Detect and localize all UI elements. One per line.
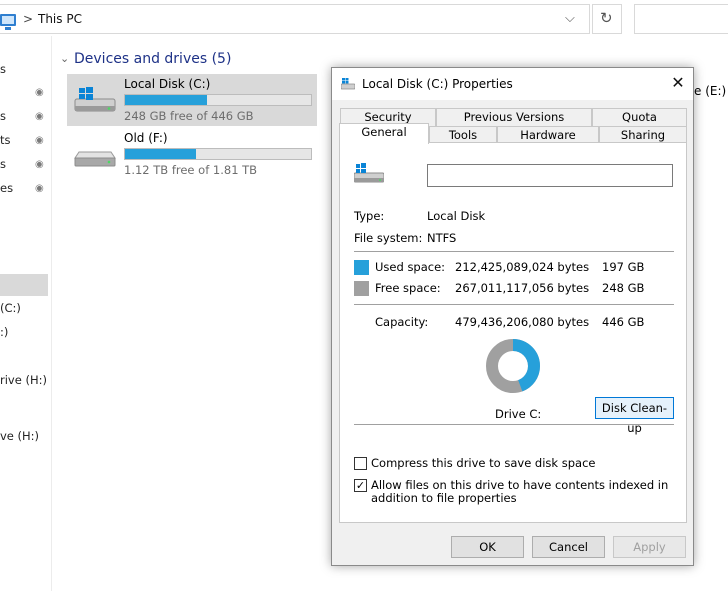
breadcrumb-this-pc[interactable]: This PC xyxy=(38,12,82,26)
nav-item-quick-access-5[interactable]: es xyxy=(0,181,13,195)
filesystem-value: NTFS xyxy=(427,231,457,245)
drive-icon xyxy=(74,151,116,167)
nav-item-drive-h[interactable]: rive (H:) xyxy=(0,373,47,387)
nav-item-quick-access-3[interactable]: ts xyxy=(0,133,11,147)
nav-item-drive-c[interactable]: (C:) xyxy=(0,301,21,315)
index-checkbox[interactable]: ✓ xyxy=(354,479,367,492)
nav-selected-highlight xyxy=(0,274,48,296)
used-space-label: Used space: xyxy=(375,260,446,274)
dialog-title: Local Disk (C:) Properties xyxy=(362,77,513,91)
properties-dialog: Local Disk (C:) Properties ✕ Security Pr… xyxy=(331,67,694,566)
drive-label: Drive C: xyxy=(495,407,542,421)
breadcrumb-separator[interactable]: > xyxy=(23,12,33,26)
tab-quota[interactable]: Quota xyxy=(592,108,687,126)
compress-checkbox[interactable] xyxy=(354,457,367,470)
pin-icon[interactable]: ◉ xyxy=(35,183,44,194)
windows-drive-icon xyxy=(354,163,384,183)
ok-button[interactable]: OK xyxy=(451,536,524,558)
disk-cleanup-button[interactable]: Disk Clean-up xyxy=(595,397,674,435)
address-bar[interactable]: > This PC ⌵ xyxy=(0,4,590,34)
pin-icon[interactable]: ◉ xyxy=(35,87,44,98)
capacity-bytes: 479,436,206,080 bytes xyxy=(455,315,590,329)
nav-item-drive-d[interactable]: :) xyxy=(0,325,8,339)
capacity-gb: 446 GB xyxy=(602,315,645,329)
free-space-bytes: 267,011,117,056 bytes xyxy=(455,281,590,295)
free-space-label: Free space: xyxy=(375,281,441,295)
compress-label[interactable]: Compress this drive to save disk space xyxy=(371,457,671,470)
apply-button[interactable]: Apply xyxy=(613,536,686,558)
index-label[interactable]: Allow files on this drive to have conten… xyxy=(371,479,671,505)
divider xyxy=(354,304,674,305)
general-tab-panel: Type: Local Disk File system: NTFS Used … xyxy=(339,142,687,523)
pin-icon[interactable]: ◉ xyxy=(35,159,44,170)
used-space-bytes: 212,425,089,024 bytes xyxy=(455,260,590,274)
divider xyxy=(354,251,674,252)
refresh-button[interactable]: ↻ xyxy=(592,4,622,34)
drive-name: Local Disk (C:) xyxy=(124,77,211,91)
free-space-swatch xyxy=(354,281,369,296)
usage-donut-chart xyxy=(486,339,540,393)
used-space-gb: 197 GB xyxy=(602,260,645,274)
tab-previous-versions[interactable]: Previous Versions xyxy=(436,108,592,126)
drive-tile-c[interactable]: Local Disk (C:) 248 GB free of 446 GB xyxy=(67,74,317,126)
pin-icon[interactable]: ◉ xyxy=(35,135,44,146)
divider xyxy=(354,424,674,425)
drive-name: Old (F:) xyxy=(124,131,168,145)
refresh-icon: ↻ xyxy=(600,9,613,27)
capacity-label: Capacity: xyxy=(375,315,429,329)
close-button[interactable]: ✕ xyxy=(662,68,694,98)
used-space-swatch xyxy=(354,260,369,275)
pin-icon[interactable]: ◉ xyxy=(35,111,44,122)
nav-item-quick-access-1[interactable]: s xyxy=(0,62,6,76)
devices-and-drives-header[interactable]: ⌄ Devices and drives (5) xyxy=(60,51,250,71)
navigation-pane: s ◉ s ◉ ts ◉ s ◉ es ◉ (C:) :) rive (H:) … xyxy=(0,36,52,591)
filesystem-label: File system: xyxy=(354,231,423,245)
this-pc-icon xyxy=(0,14,16,30)
chevron-down-icon[interactable]: ⌄ xyxy=(60,52,69,65)
type-value: Local Disk xyxy=(427,209,486,223)
drive-icon xyxy=(341,78,355,90)
nav-item-quick-access-4[interactable]: s xyxy=(0,157,6,171)
windows-drive-icon xyxy=(74,87,116,112)
group-title: Devices and drives (5) xyxy=(74,51,232,67)
drive-free-text: 248 GB free of 446 GB xyxy=(124,109,254,123)
cancel-button[interactable]: Cancel xyxy=(532,536,605,558)
type-label: Type: xyxy=(354,209,385,223)
free-space-gb: 248 GB xyxy=(602,281,645,295)
drive-tile-f[interactable]: Old (F:) 1.12 TB free of 1.81 TB xyxy=(67,128,317,180)
dialog-titlebar[interactable]: Local Disk (C:) Properties ✕ xyxy=(332,68,693,100)
nav-item-drive-h-2[interactable]: ve (H:) xyxy=(0,429,39,443)
drive-e-label-partial[interactable]: e (E:) xyxy=(694,84,726,98)
tab-general[interactable]: General xyxy=(339,123,429,144)
drive-usage-bar xyxy=(124,94,312,106)
search-input[interactable] xyxy=(634,4,728,34)
address-dropdown-icon[interactable]: ⌵ xyxy=(565,11,575,26)
nav-item-quick-access-2[interactable]: s xyxy=(0,109,6,123)
drive-usage-bar xyxy=(124,148,312,160)
drive-name-input[interactable] xyxy=(427,164,673,187)
drive-free-text: 1.12 TB free of 1.81 TB xyxy=(124,163,258,177)
